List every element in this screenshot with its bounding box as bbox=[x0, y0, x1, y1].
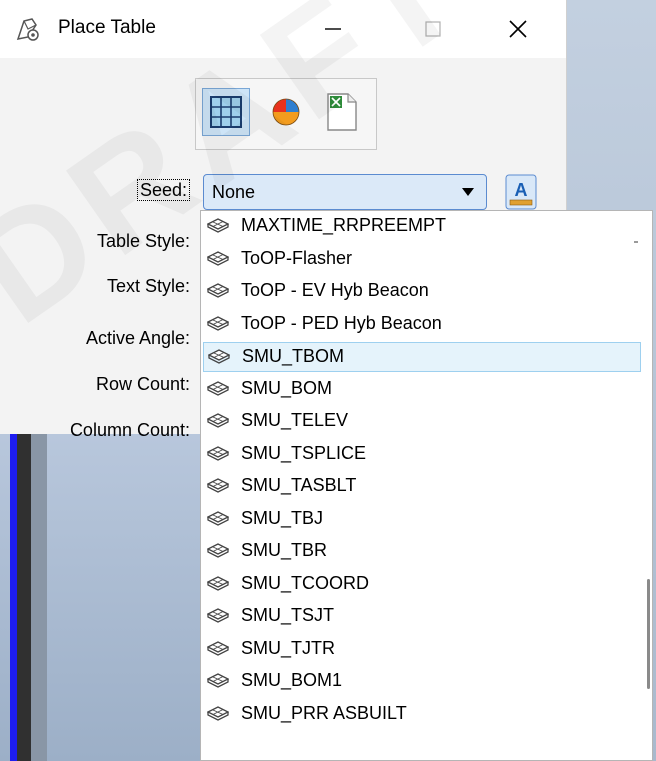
seed-dropdown[interactable]: None bbox=[203, 174, 487, 210]
dropdown-item-label: SMU_TBOM bbox=[242, 346, 345, 366]
dropdown-list-item[interactable]: SMU_TSPLICE bbox=[203, 440, 641, 470]
table-seed-icon bbox=[207, 445, 229, 461]
column-count-label: Column Count: bbox=[69, 420, 190, 440]
dropdown-item-label: SMU_TBR bbox=[241, 540, 328, 560]
active-angle-label: Active Angle: bbox=[85, 328, 190, 348]
scrollbar-arrow-up[interactable] bbox=[634, 241, 638, 243]
place-chart-tool-button[interactable] bbox=[262, 88, 310, 136]
dropdown-item-label: SMU_BOM1 bbox=[241, 670, 343, 690]
row-count-label: Row Count: bbox=[95, 374, 190, 394]
close-icon bbox=[509, 20, 527, 38]
pie-chart-icon bbox=[272, 98, 300, 126]
seed-selected-value: None bbox=[212, 182, 256, 202]
dropdown-item-label: SMU_TBJ bbox=[241, 507, 324, 528]
dropdown-item-label: ToOP - EV Hyb Beacon bbox=[241, 280, 429, 300]
dropdown-list-item[interactable]: ToOP - PED Hyb Beacon bbox=[203, 310, 641, 340]
table-style-label: Table Style: bbox=[96, 231, 190, 251]
minimize-button[interactable] bbox=[300, 0, 366, 58]
dropdown-item-label: SMU_TJTR bbox=[241, 637, 335, 658]
table-grid-icon bbox=[210, 96, 242, 128]
dropdown-list-item[interactable]: SMU_BOM bbox=[203, 375, 641, 405]
table-seed-icon bbox=[207, 575, 229, 591]
dropdown-item-label: ToOP-Flasher bbox=[241, 247, 353, 268]
dropdown-arrow-icon bbox=[462, 188, 474, 196]
dropdown-item-label: SMU_BOM bbox=[241, 377, 333, 398]
table-seed-icon bbox=[208, 349, 230, 364]
dropdown-item-label: SMU_TASBLT bbox=[241, 475, 357, 495]
seed-dropdown-list[interactable]: SMU_PRR ASBUILT SMU_BOM1 SMU_TJTR SMU_TSJT S… bbox=[200, 210, 653, 761]
table-tool-group bbox=[195, 78, 377, 150]
dropdown-list-item[interactable]: MAXTIME_RRPREEMPT bbox=[203, 212, 641, 242]
title-bar[interactable]: Place Table bbox=[0, 0, 566, 58]
dropdown-list-item[interactable]: SMU_TASBLT bbox=[203, 472, 641, 502]
table-seed-icon bbox=[207, 673, 229, 688]
text-style-button[interactable]: A bbox=[505, 174, 537, 210]
dropdown-list-item[interactable]: ToOP - EV Hyb Beacon bbox=[203, 277, 641, 307]
text-style-label: Text Style: bbox=[106, 276, 190, 296]
view-border-dark bbox=[17, 434, 31, 761]
dropdown-item-label: SMU_TSPLICE bbox=[241, 442, 367, 463]
table-seed-icon bbox=[207, 640, 229, 656]
minimize-icon bbox=[325, 28, 341, 30]
dropdown-list-item[interactable]: SMU_TELEV bbox=[203, 407, 641, 437]
table-seed-icon bbox=[207, 413, 229, 428]
place-table-tool-button[interactable] bbox=[202, 88, 250, 136]
dropdown-list-item[interactable]: SMU_BOM1 bbox=[203, 667, 641, 697]
table-seed-icon bbox=[207, 250, 229, 266]
close-button[interactable] bbox=[485, 0, 551, 58]
dropdown-item-label: SMU_TSJT bbox=[241, 605, 335, 625]
text-style-letter: A bbox=[515, 180, 528, 200]
place-table-tool-icon bbox=[16, 18, 39, 41]
dropdown-list-item[interactable]: SMU_TJTR bbox=[203, 635, 641, 665]
dropdown-list-item[interactable]: SMU_TBOM bbox=[203, 342, 641, 372]
dropdown-item-label: ToOP - PED Hyb Beacon bbox=[241, 312, 442, 333]
dropdown-list-item[interactable]: SMU_PRR ASBUILT bbox=[203, 700, 641, 730]
dropdown-item-label: SMU_TCOORD bbox=[241, 572, 370, 593]
maximize-button[interactable] bbox=[400, 0, 466, 58]
table-seed-icon bbox=[207, 510, 229, 526]
seed-label: Seed: bbox=[0, 179, 190, 201]
dropdown-list-item[interactable]: SMU_TSJT bbox=[203, 602, 641, 632]
excel-file-icon bbox=[327, 93, 357, 131]
dropdown-item-label: MAXTIME_RRPREEMPT bbox=[241, 215, 447, 235]
dropdown-item-label: SMU_TELEV bbox=[241, 410, 349, 430]
table-seed-icon bbox=[207, 218, 229, 233]
dropdown-item-label: SMU_PRR ASBUILT bbox=[241, 702, 407, 723]
table-seed-icon bbox=[207, 543, 229, 558]
view-border-gray bbox=[31, 434, 47, 761]
maximize-icon bbox=[425, 21, 441, 37]
table-seed-icon bbox=[207, 705, 229, 721]
scrollbar-thumb[interactable] bbox=[647, 579, 650, 689]
dropdown-list-item[interactable]: SMU_TBJ bbox=[203, 505, 641, 535]
window-title: Place Table bbox=[58, 17, 156, 38]
dropdown-list-item[interactable]: SMU_TBR bbox=[203, 537, 641, 567]
table-seed-icon bbox=[207, 608, 229, 623]
dropdown-scrollbar[interactable] bbox=[644, 211, 652, 760]
dropdown-list-item[interactable]: SMU_TCOORD bbox=[203, 570, 641, 600]
table-seed-icon bbox=[207, 380, 229, 396]
table-seed-icon bbox=[207, 315, 229, 331]
seed-label-text: Seed: bbox=[136, 179, 190, 201]
view-border-blue bbox=[10, 434, 17, 761]
place-from-excel-tool-button[interactable] bbox=[318, 88, 366, 136]
table-seed-icon bbox=[207, 283, 229, 298]
dropdown-list-item[interactable]: ToOP-Flasher bbox=[203, 245, 641, 275]
text-style-icon: A bbox=[505, 174, 537, 210]
table-seed-icon bbox=[207, 478, 229, 493]
